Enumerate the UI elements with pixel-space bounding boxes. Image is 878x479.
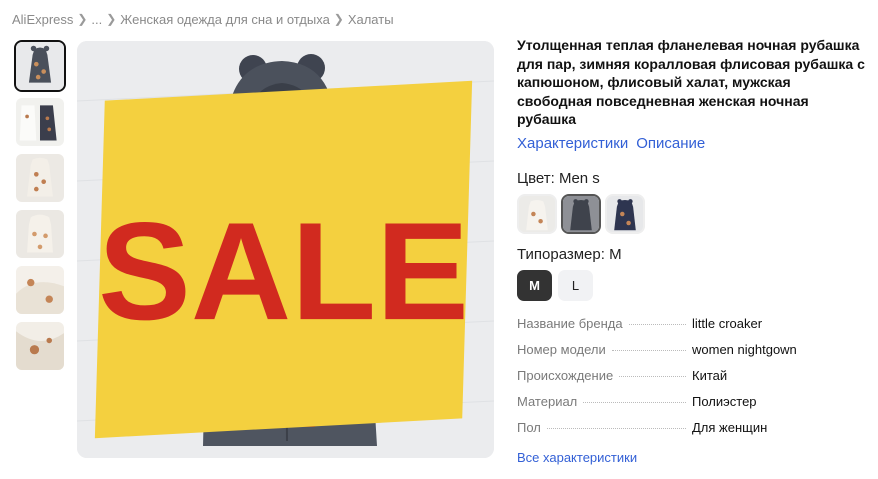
thumbnail-6[interactable] <box>14 320 66 372</box>
spec-leader-dots <box>583 401 686 403</box>
spec-value: women nightgown <box>692 341 797 357</box>
spec-key: Происхождение <box>517 367 614 383</box>
spec-key: Номер модели <box>517 341 606 357</box>
product-tabs: Характеристики Описание <box>517 135 867 152</box>
thumbnail-2[interactable] <box>14 96 66 148</box>
spec-row: Номер модели women nightgown <box>517 342 867 368</box>
spec-key: Материал <box>517 393 578 409</box>
spec-row: Происхождение Китай <box>517 368 867 394</box>
spec-value: Для женщин <box>692 419 768 435</box>
thumbnail-4[interactable] <box>14 208 66 260</box>
sale-badge: SALE <box>94 80 473 439</box>
tab-description[interactable]: Описание <box>636 135 705 152</box>
specs-table: Название бренда little croaker Номер мод… <box>517 316 867 446</box>
size-button-m[interactable]: M <box>517 269 552 301</box>
spec-row: Материал Полиэстер <box>517 394 867 420</box>
color-swatches <box>517 193 867 234</box>
all-specs-link[interactable]: Все характеристики <box>517 450 867 465</box>
size-options: M L <box>517 269 867 301</box>
size-button-l[interactable]: L <box>558 269 593 301</box>
spec-leader-dots <box>619 375 686 377</box>
breadcrumb-subcategory[interactable]: Халаты <box>348 12 394 27</box>
swatch-white-bears[interactable] <box>517 193 557 234</box>
spec-leader-dots <box>546 427 686 429</box>
breadcrumb: AliExpress ❯ ... ❯ Женская одежда для сн… <box>12 10 394 28</box>
swatch-navy-bears[interactable] <box>605 193 645 234</box>
spec-key: Пол <box>517 419 541 435</box>
spec-row: Название бренда little croaker <box>517 316 867 342</box>
tab-characteristics[interactable]: Характеристики <box>517 135 628 152</box>
spec-leader-dots <box>611 349 686 351</box>
spec-key: Название бренда <box>517 315 623 331</box>
breadcrumb-category[interactable]: Женская одежда для сна и отдыха <box>120 12 330 27</box>
size-label: Типоразмер: M <box>517 245 622 263</box>
thumbnail-gallery <box>14 40 70 376</box>
swatch-gray-men[interactable] <box>561 193 601 234</box>
product-info: Утолщенная теплая фланелевая ночная руба… <box>517 36 867 465</box>
color-label: Цвет: Men s <box>517 169 600 187</box>
spec-leader-dots <box>628 323 686 325</box>
chevron-right-icon: ❯ <box>77 12 88 26</box>
spec-value: Китай <box>692 367 728 383</box>
spec-value: Полиэстер <box>692 393 757 409</box>
sale-badge-text: SALE <box>98 194 469 349</box>
main-product-image[interactable]: SALE <box>77 41 494 458</box>
spec-value: little croaker <box>692 315 763 331</box>
thumbnail-1[interactable] <box>14 40 66 92</box>
product-title: Утолщенная теплая фланелевая ночная руба… <box>517 37 865 127</box>
breadcrumb-aliexpress[interactable]: AliExpress <box>12 12 73 27</box>
chevron-right-icon: ❯ <box>106 12 117 26</box>
breadcrumb-ellipsis[interactable]: ... <box>91 12 102 27</box>
thumbnail-3[interactable] <box>14 152 66 204</box>
chevron-right-icon: ❯ <box>333 12 344 26</box>
spec-row: Пол Для женщин <box>517 420 867 446</box>
thumbnail-5[interactable] <box>14 264 66 316</box>
